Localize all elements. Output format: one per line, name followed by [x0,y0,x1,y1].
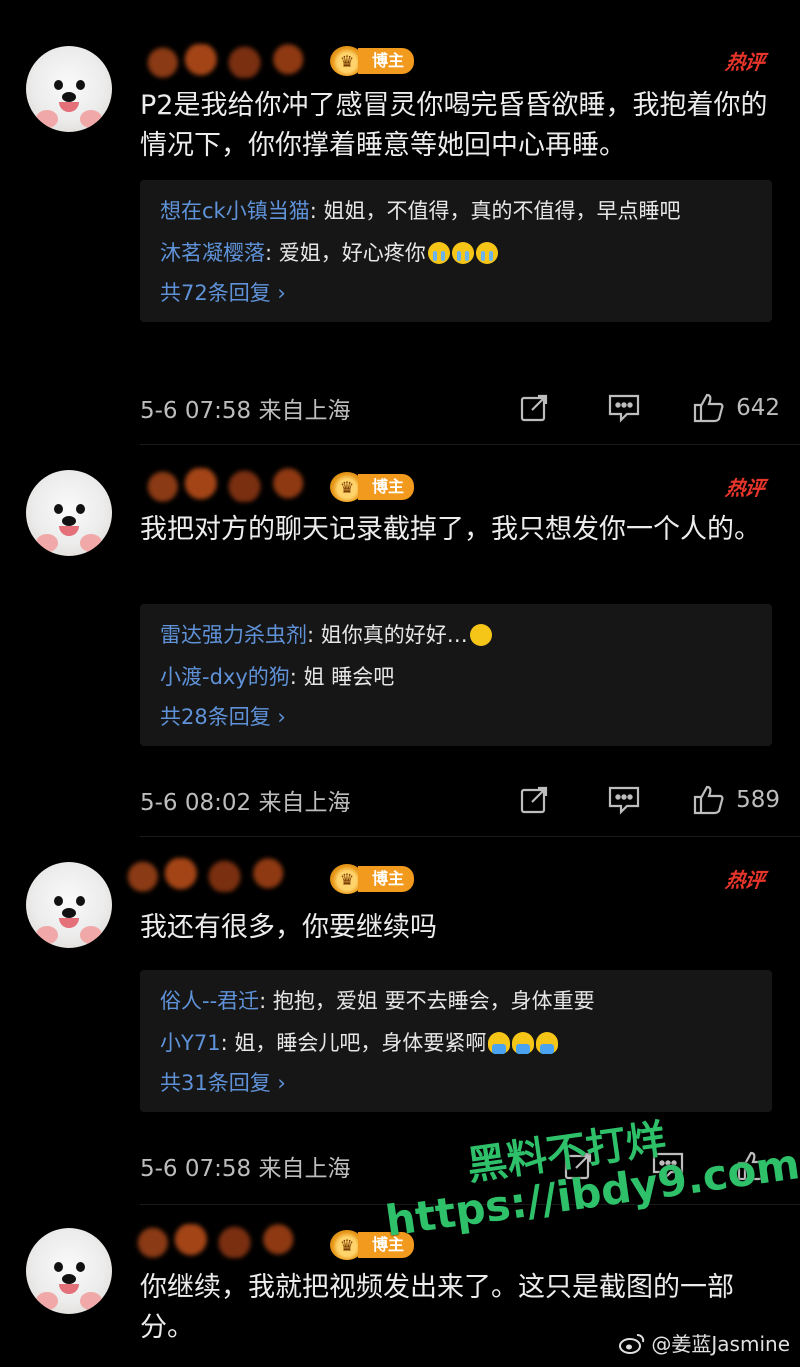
reply-item[interactable]: 沐茗凝樱落: 爱姐，好心疼你 [160,236,752,270]
username-redacted[interactable] [140,468,330,502]
hug-emoji-icon [536,1032,559,1054]
timestamp: 5-6 07:58 来自上海 [140,398,351,424]
reply-author[interactable]: 沐茗凝樱落 [160,241,265,265]
hot-comment-label: 热评 [724,50,766,74]
divider [140,836,800,837]
reply-item[interactable]: 想在ck小镇当猫: 姐姐，不值得，真的不值得，早点睡吧 [160,194,752,228]
credit-text: @姜蓝Jasmine [651,1332,790,1356]
reply-item[interactable]: 雷达强力杀虫剂: 姐你真的好好… [160,618,752,652]
avatar[interactable] [26,862,112,948]
reply-item[interactable]: 俗人--君迁: 抱抱，爱姐 要不去睡会，身体重要 [160,984,752,1018]
hug-emoji-icon [512,1032,535,1054]
crying-emoji-icon [427,242,450,264]
username-redacted[interactable] [120,858,310,892]
reply-box[interactable]: 俗人--君迁: 抱抱，爱姐 要不去睡会，身体重要 小Y71: 姐，睡会儿吧，身体… [140,970,772,1112]
comment-icon[interactable] [604,780,644,820]
like-button[interactable]: 642 [692,392,780,424]
share-icon[interactable] [514,780,554,820]
thumbs-up-icon [693,785,724,815]
reply-text: 姐你真的好好… [320,623,468,647]
reply-text: 姐 睡会吧 [303,665,395,689]
pleading-emoji-icon [469,624,492,646]
divider [140,444,800,445]
reply-item[interactable]: 小Y71: 姐，睡会儿吧，身体要紧啊 [160,1026,752,1060]
reply-author[interactable]: 雷达强力杀虫剂 [160,623,307,647]
avatar[interactable] [26,46,112,132]
like-button[interactable]: 589 [692,784,780,816]
like-count: 589 [736,787,780,813]
view-more-replies-link[interactable]: 共72条回复 › [160,278,752,308]
comment-icon[interactable] [604,388,644,428]
view-more-replies-link[interactable]: 共31条回复 › [160,1068,752,1098]
blogger-badge: ♛ 博主 [330,864,415,894]
thumbs-up-icon [693,393,724,423]
reply-author[interactable]: 俗人--君迁 [160,989,259,1013]
reply-box[interactable]: 想在ck小镇当猫: 姐姐，不值得，真的不值得，早点睡吧 沐茗凝樱落: 爱姐，好心… [140,180,772,322]
hot-comment-label: 热评 [724,476,766,500]
hot-comment-label: 热评 [724,868,766,892]
reply-text: 抱抱，爱姐 要不去睡会，身体重要 [272,989,595,1013]
like-count: 642 [736,395,780,421]
reply-text: 爱姐，好心疼你 [278,241,426,265]
blogger-badge: ♛ 博主 [330,46,415,76]
badge-label: 博主 [358,48,415,74]
reply-author[interactable]: 小Y71 [160,1031,221,1055]
username-redacted[interactable] [130,1224,320,1258]
reply-author[interactable]: 小渡-dxy的狗 [160,665,290,689]
reply-box[interactable]: 雷达强力杀虫剂: 姐你真的好好… 小渡-dxy的狗: 姐 睡会吧 共28条回复 … [140,604,772,746]
badge-label: 博主 [358,866,415,892]
username-redacted[interactable] [140,44,330,78]
crying-emoji-icon [451,242,474,264]
reply-text: 姐，睡会儿吧，身体要紧啊 [234,1031,487,1055]
blogger-badge: ♛ 博主 [330,472,415,502]
crying-emoji-icon [475,242,498,264]
reply-text: 姐姐，不值得，真的不值得，早点睡吧 [323,199,681,223]
comment-text: P2是我给你冲了感冒灵你喝完昏昏欲睡，我抱着你的情况下，你你撑着睡意等她回中心再… [140,90,768,161]
comment-text: 我把对方的聊天记录截掉了，我只想发你一个人的。 [140,514,761,545]
view-more-replies-link[interactable]: 共28条回复 › [160,702,752,732]
weibo-icon [619,1333,645,1354]
avatar[interactable] [26,470,112,556]
avatar[interactable] [26,1228,112,1314]
share-icon[interactable] [514,388,554,428]
timestamp: 5-6 08:02 来自上海 [140,790,351,816]
source-credit: @姜蓝Jasmine [619,1328,790,1357]
reply-author[interactable]: 想在ck小镇当猫 [160,199,310,223]
comment-meta: 5-6 07:58 来自上海 642 [140,388,780,428]
comment-meta: 5-6 08:02 来自上海 589 [140,780,780,820]
badge-label: 博主 [358,474,415,500]
comment-text: 我还有很多，你要继续吗 [140,912,437,943]
hug-emoji-icon [488,1032,511,1054]
reply-item[interactable]: 小渡-dxy的狗: 姐 睡会吧 [160,660,752,694]
